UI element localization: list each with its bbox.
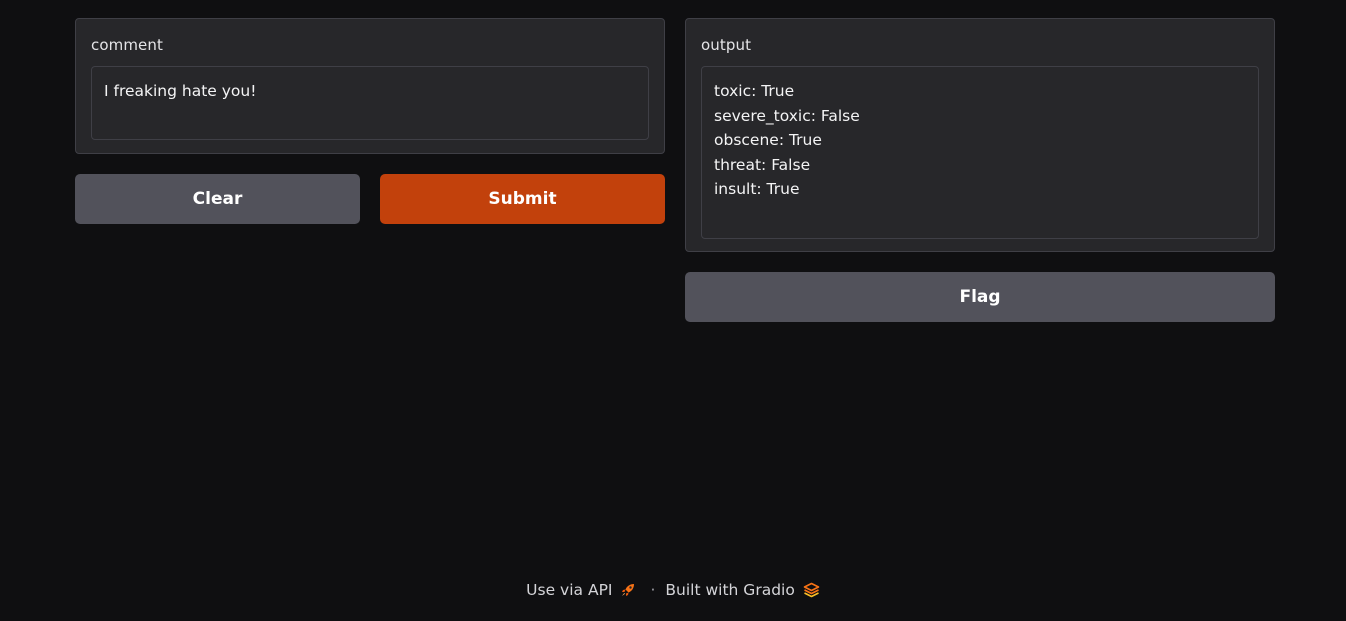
comment-label: comment: [91, 36, 163, 54]
output-textbox[interactable]: toxic: True severe_toxic: False obscene:…: [701, 66, 1259, 239]
comment-panel: comment I freaking hate you!: [75, 18, 665, 154]
footer: Use via API · Built with Gradio: [0, 578, 1346, 602]
flag-button[interactable]: Flag: [685, 272, 1275, 322]
output-label: output: [701, 36, 752, 54]
gradio-app: comment I freaking hate you! Clear Submi…: [0, 0, 1346, 621]
use-via-api-label: Use via API: [526, 581, 613, 599]
gradio-logo-icon: [803, 582, 820, 598]
output-panel: output toxic: True severe_toxic: False o…: [685, 18, 1275, 252]
built-with-gradio-label: Built with Gradio: [665, 581, 795, 599]
built-with-gradio-link[interactable]: Built with Gradio: [665, 581, 820, 599]
clear-button[interactable]: Clear: [75, 174, 360, 224]
submit-button[interactable]: Submit: [380, 174, 665, 224]
rocket-icon: [622, 584, 635, 596]
comment-textbox[interactable]: I freaking hate you!: [91, 66, 649, 140]
footer-separator: ·: [650, 581, 656, 599]
use-via-api-link[interactable]: Use via API: [526, 581, 636, 599]
